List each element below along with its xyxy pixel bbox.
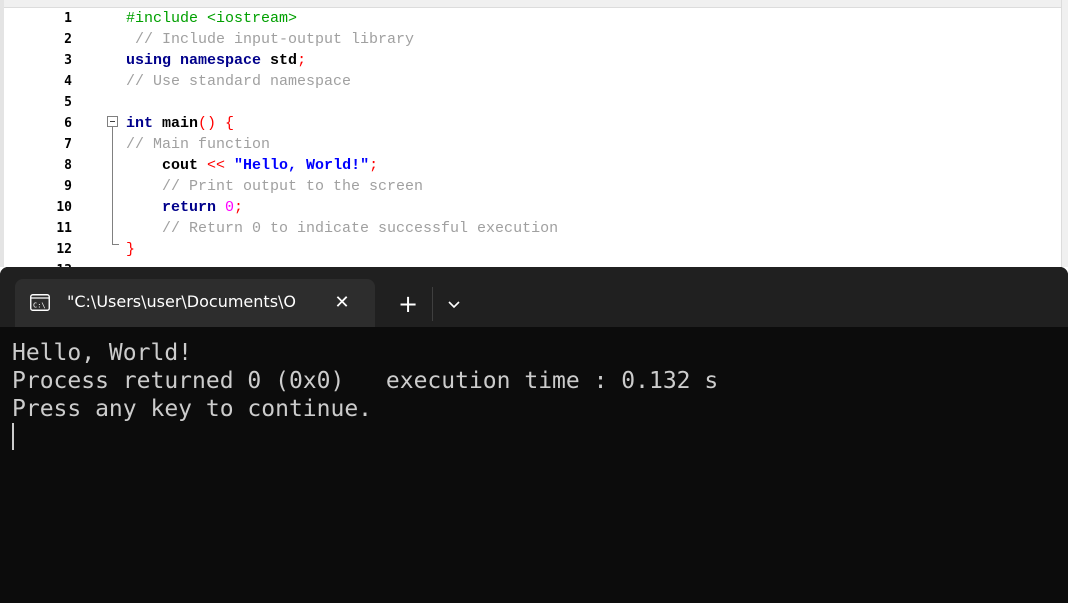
code-token: cout	[126, 157, 208, 174]
code-text: using namespace std;	[126, 50, 306, 71]
line-number: 11	[56, 221, 72, 236]
code-token: <<	[207, 157, 226, 174]
editor-left-border	[0, 0, 4, 267]
code-text: // Print output to the screen	[126, 176, 423, 197]
line-number: 12	[56, 242, 72, 257]
code-line[interactable]: 9 // Print output to the screen	[0, 176, 1060, 197]
code-text: // Main function	[126, 134, 270, 155]
line-number: 10	[56, 200, 72, 215]
line-number: 2	[64, 32, 72, 47]
tab-bar-separator	[432, 287, 433, 321]
code-text: // Use standard namespace	[126, 71, 351, 92]
line-number: 5	[64, 95, 72, 110]
code-line[interactable]: 2 // Include input-output library	[0, 29, 1060, 50]
code-token: ;	[234, 199, 244, 216]
code-line[interactable]: 8 cout << "Hello, World!";	[0, 155, 1060, 176]
line-number: 7	[64, 137, 72, 152]
code-text: // Include input-output library	[126, 29, 414, 50]
code-line[interactable]: 13	[0, 260, 1060, 267]
line-number: 9	[64, 179, 72, 194]
code-line[interactable]: 10 return 0;	[0, 197, 1060, 218]
code-editor[interactable]: 1 #include <iostream> 2 // Include input-o…	[0, 0, 1068, 267]
code-line[interactable]: 5	[0, 92, 1060, 113]
close-tab-icon[interactable]: ✕	[332, 293, 352, 313]
fold-guide-line	[112, 127, 113, 244]
code-token: // Return 0 to indicate successful execu…	[126, 220, 559, 237]
console-line-2: Process returned 0 (0x0) execution time …	[12, 368, 719, 394]
editor-scrollbar[interactable]	[1061, 0, 1068, 267]
svg-text:C:\: C:\	[33, 302, 46, 310]
tab-title: "C:\Users\user\Documents\O	[67, 292, 297, 311]
code-text: int main() {	[126, 113, 234, 134]
console-output[interactable]: Hello, World! Process returned 0 (0x0) e…	[0, 327, 1068, 603]
code-text: cout << "Hello, World!";	[126, 155, 378, 176]
code-text: }	[126, 239, 135, 260]
console-line-3: Press any key to continue.	[12, 396, 373, 422]
code-token: main	[153, 115, 199, 132]
code-text: #include <iostream>	[126, 8, 297, 29]
code-text: return 0;	[126, 197, 243, 218]
editor-top-border	[0, 0, 1068, 8]
code-token: }	[126, 241, 136, 258]
code-token: 0	[225, 199, 235, 216]
terminal-icon: C:\	[30, 294, 50, 311]
line-number: 4	[64, 74, 72, 89]
line-number: 3	[64, 53, 72, 68]
terminal-tab-bar: C:\ "C:\Users\user\Documents\O ✕ +	[0, 267, 1068, 327]
new-tab-button[interactable]: +	[394, 291, 422, 319]
code-line[interactable]: 12}	[0, 239, 1060, 260]
code-line[interactable]: 7 // Main function	[0, 134, 1060, 155]
code-token: int	[126, 115, 154, 132]
line-number: 1	[64, 11, 72, 26]
code-line[interactable]: 11 // Return 0 to indicate successful ex…	[0, 218, 1060, 239]
line-number: 8	[64, 158, 72, 173]
code-token: using	[126, 52, 172, 69]
line-number: 6	[64, 116, 72, 131]
fold-collapse-icon[interactable]	[107, 116, 118, 127]
fold-guide-end	[112, 244, 119, 245]
code-token: ;	[369, 157, 379, 174]
code-line[interactable]: 3 using namespace std;	[0, 50, 1060, 71]
code-token: () {	[198, 115, 235, 132]
code-token: "Hello, World!"	[234, 157, 370, 174]
console-line-1: Hello, World!	[12, 340, 193, 366]
code-token: // Include input-output library	[126, 31, 415, 48]
text-cursor	[12, 423, 14, 450]
terminal-window: C:\ "C:\Users\user\Documents\O ✕ + Hello…	[0, 267, 1068, 603]
code-token: // Use standard namespace	[126, 73, 352, 90]
code-token: // Print output to the screen	[126, 178, 424, 195]
chevron-down-icon[interactable]	[442, 293, 466, 317]
code-line[interactable]: 6 int main() {	[0, 113, 1060, 134]
code-token: ;	[297, 52, 307, 69]
code-token: #include <iostream>	[126, 10, 298, 27]
code-text: // Return 0 to indicate successful execu…	[126, 218, 558, 239]
code-line[interactable]: 4 // Use standard namespace	[0, 71, 1060, 92]
code-token: return	[126, 199, 217, 216]
code-token: std	[261, 52, 298, 69]
terminal-tab[interactable]: C:\ "C:\Users\user\Documents\O ✕	[15, 279, 375, 327]
code-line[interactable]: 1 #include <iostream>	[0, 8, 1060, 29]
line-number: 13	[4, 260, 72, 267]
code-token: // Main function	[126, 136, 271, 153]
code-token: namespace	[180, 52, 262, 69]
